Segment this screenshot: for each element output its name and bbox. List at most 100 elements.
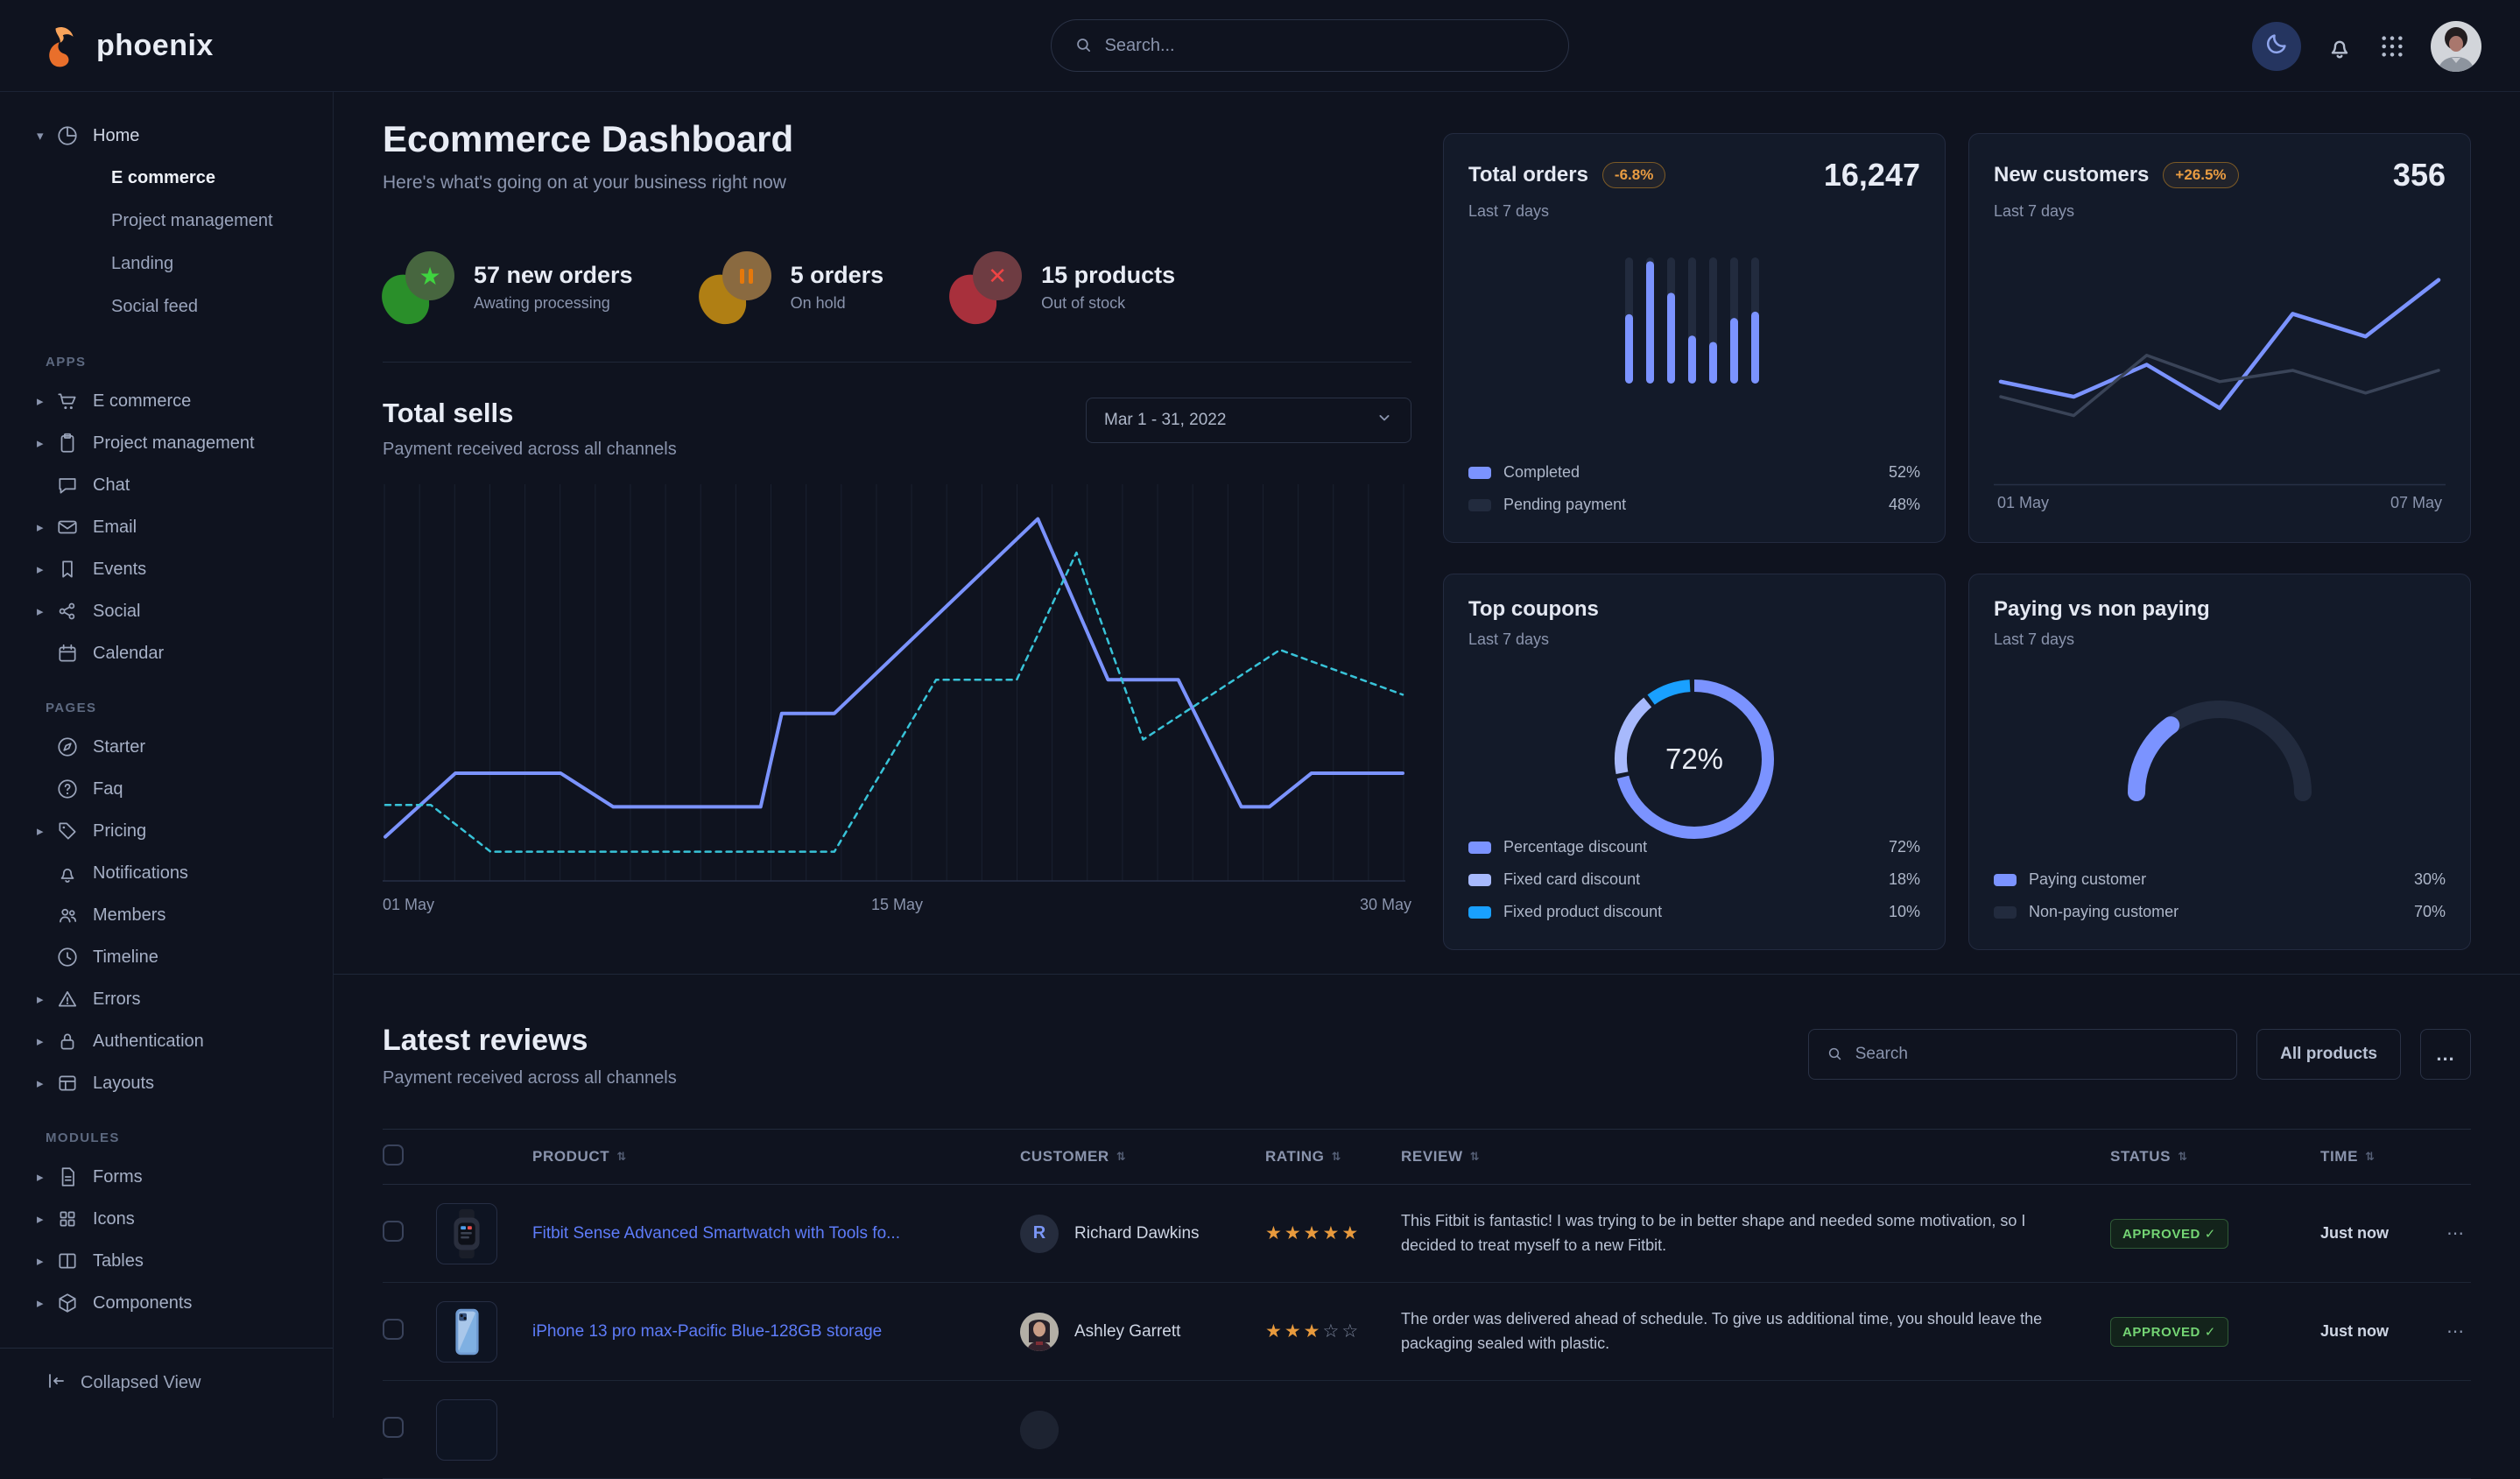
total-sells-subtitle: Payment received across all channels [383, 440, 677, 460]
sidebar-subitem-landing[interactable]: Landing [0, 243, 333, 285]
reviews-search[interactable] [1808, 1029, 2237, 1080]
brand-name: phoenix [96, 29, 214, 63]
sidebar-collapse-toggle[interactable]: Collapsed View [0, 1348, 333, 1418]
x-tick: 01 May [1997, 494, 2049, 512]
section-divider [383, 362, 1411, 363]
sidebar-item-events[interactable]: ▸Events [0, 548, 333, 590]
share-icon [56, 600, 79, 623]
clipboard-icon [56, 432, 79, 454]
customer-avatar[interactable] [1020, 1411, 1059, 1449]
caret-right-icon: ▸ [37, 1295, 56, 1311]
sidebar-item-project-management[interactable]: ▸Project management [0, 422, 333, 464]
sidebar-item-pricing[interactable]: ▸Pricing [0, 810, 333, 852]
notifications-button[interactable] [2326, 32, 2354, 60]
product-link[interactable]: Fitbit Sense Advanced Smartwatch with To… [532, 1224, 900, 1243]
select-all-checkbox[interactable] [383, 1144, 404, 1166]
row-checkbox[interactable] [383, 1221, 404, 1242]
row-checkbox[interactable] [383, 1319, 404, 1340]
bell-icon [56, 862, 79, 884]
sidebar-item-home[interactable]: ▾Home [0, 115, 333, 157]
sidebar-item-components[interactable]: ▸Components [0, 1282, 333, 1324]
sidebar-item-timeline[interactable]: Timeline [0, 936, 333, 978]
sidebar-item-errors[interactable]: ▸Errors [0, 978, 333, 1020]
question-icon [56, 778, 79, 800]
legend-swatch [1994, 874, 2017, 886]
product-thumbnail[interactable] [436, 1203, 497, 1264]
stat-item: 5 ordersOn hold [700, 248, 884, 327]
table-row: iPhone 13 pro max-Pacific Blue-128GB sto… [383, 1283, 2471, 1381]
global-search[interactable] [1051, 19, 1569, 72]
table-row [383, 1381, 2471, 1479]
sidebar-subitem-social-feed[interactable]: Social feed [0, 285, 333, 328]
column-header-customer[interactable]: CUSTOMER⇅ [1020, 1148, 1265, 1166]
column-header-review[interactable]: REVIEW⇅ [1401, 1148, 2110, 1166]
review-text: The order was delivered ahead of schedul… [1401, 1307, 2110, 1356]
tag-icon [56, 820, 79, 842]
sidebar-item-layouts[interactable]: ▸Layouts [0, 1062, 333, 1104]
stat-value: 5 orders [791, 262, 884, 289]
star-icon: ★ [419, 262, 440, 291]
sidebar-item-calendar[interactable]: Calendar [0, 632, 333, 674]
total-orders-bar-chart [1468, 252, 1920, 392]
search-input[interactable] [1105, 36, 1545, 56]
sidebar-item-social[interactable]: ▸Social [0, 590, 333, 632]
date-range-select[interactable]: Mar 1 - 31, 2022 [1086, 398, 1411, 443]
box-icon [56, 1292, 79, 1314]
sidebar-item-starter[interactable]: Starter [0, 726, 333, 768]
warning-icon [56, 988, 79, 1011]
user-avatar[interactable] [2431, 21, 2481, 72]
users-icon [56, 904, 79, 926]
product-thumbnail[interactable] [436, 1399, 497, 1461]
legend-label: Non-paying customer [2029, 903, 2179, 921]
sidebar-item-chat[interactable]: Chat [0, 464, 333, 506]
sidebar-item-e-commerce[interactable]: ▸E commerce [0, 380, 333, 422]
product-thumbnail[interactable] [436, 1301, 497, 1363]
product-link[interactable]: iPhone 13 pro max-Pacific Blue-128GB sto… [532, 1322, 882, 1341]
trend-badge: +26.5% [2163, 162, 2238, 188]
sidebar-subitem-e-commerce[interactable]: E commerce [0, 157, 333, 200]
sidebar-item-tables[interactable]: ▸Tables [0, 1240, 333, 1282]
sidebar-section-label: APPS [0, 328, 333, 380]
total-orders-legend: Completed52%Pending payment48% [1468, 456, 1920, 521]
theme-toggle-button[interactable] [2252, 22, 2301, 71]
reviews-search-input[interactable] [1855, 1045, 2219, 1064]
sidebar-item-members[interactable]: Members [0, 894, 333, 936]
table-row: Fitbit Sense Advanced Smartwatch with To… [383, 1185, 2471, 1283]
legend-value: 30% [2414, 870, 2446, 889]
customer-avatar[interactable] [1020, 1313, 1059, 1351]
rating-stars: ★★★★★ [1265, 1222, 1401, 1244]
sidebar-item-authentication[interactable]: ▸Authentication [0, 1020, 333, 1062]
customer-avatar[interactable]: R [1020, 1215, 1059, 1253]
navbar-actions [2252, 0, 2481, 92]
legend-row: Completed52% [1468, 456, 1920, 489]
page-subtitle: Here's what's going on at your business … [383, 173, 1411, 194]
all-products-filter-button[interactable]: All products [2256, 1029, 2401, 1080]
reviews-controls: All products ... [1808, 1029, 2471, 1080]
column-header-time[interactable]: TIME⇅ [2320, 1148, 2425, 1166]
sidebar-item-notifications[interactable]: Notifications [0, 852, 333, 894]
caret-right-icon: ▸ [37, 1075, 56, 1091]
total-sells-x-axis: 01 May 15 May 30 May [383, 896, 1411, 914]
sidebar-item-email[interactable]: ▸Email [0, 506, 333, 548]
apps-menu-button[interactable] [2378, 32, 2406, 60]
sidebar-item-forms[interactable]: ▸Forms [0, 1156, 333, 1198]
sidebar-item-faq[interactable]: Faq [0, 768, 333, 810]
column-header-product[interactable]: PRODUCT⇅ [532, 1148, 1020, 1166]
column-header-rating[interactable]: RATING⇅ [1265, 1148, 1401, 1166]
brand-logo[interactable]: phoenix [39, 23, 214, 68]
top-coupons-card: Top coupons Last 7 days 72% Percentage d… [1443, 574, 1946, 950]
row-more-button[interactable]: ⋯ [2425, 1321, 2471, 1342]
legend-swatch [1994, 906, 2017, 919]
row-more-button[interactable]: ⋯ [2425, 1222, 2471, 1244]
star-icon: ★ [1265, 1223, 1285, 1243]
reviews-more-button[interactable]: ... [2420, 1029, 2471, 1080]
sort-icon: ⇅ [1470, 1150, 1481, 1164]
stat-value: 57 new orders [474, 262, 633, 289]
status-badge: APPROVED ✓ [2110, 1317, 2228, 1347]
sidebar-subitem-project-management[interactable]: Project management [0, 200, 333, 243]
sidebar-item-icons[interactable]: ▸Icons [0, 1198, 333, 1240]
row-checkbox[interactable] [383, 1417, 404, 1438]
legend-value: 10% [1889, 903, 1920, 921]
search-icon [1827, 1046, 1843, 1063]
column-header-status[interactable]: STATUS⇅ [2110, 1148, 2320, 1166]
